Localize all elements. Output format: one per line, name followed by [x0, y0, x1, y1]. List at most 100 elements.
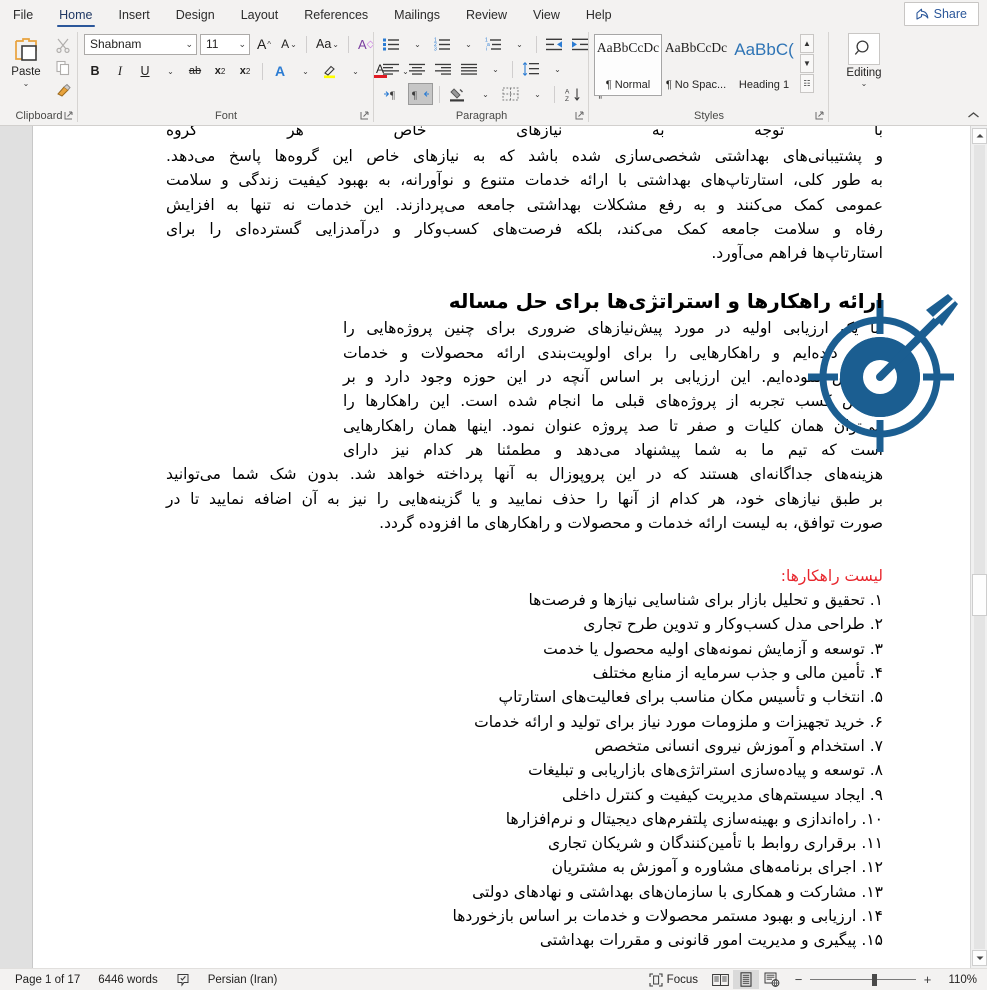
list-item: ۱۰. راه‌اندازی و بهینه‌سازی پلتفرم‌های د…: [166, 807, 883, 831]
style-heading-1[interactable]: AaBbC( Heading 1: [730, 34, 798, 96]
styles-scroll-up-button[interactable]: ▲: [800, 34, 814, 53]
zoom-in-button[interactable]: +: [922, 972, 933, 987]
editing-button[interactable]: Editing ⌄: [846, 33, 882, 88]
share-button[interactable]: Share: [903, 2, 979, 26]
tab-mailings[interactable]: Mailings: [381, 0, 453, 29]
shrink-font-button[interactable]: A ⌄: [278, 33, 300, 55]
justify-button[interactable]: [458, 58, 481, 80]
shading-button[interactable]: [446, 83, 471, 105]
font-name-combo[interactable]: Shabnam ⌄: [84, 33, 197, 55]
chevron-down-icon: ⌄: [352, 66, 359, 76]
list-item: ۱۴. ارزیابی و بهبود مستمر محصولات و خدما…: [166, 904, 883, 928]
borders-dropdown-button[interactable]: ⌄: [526, 83, 548, 105]
tab-insert[interactable]: Insert: [106, 0, 163, 29]
cut-button[interactable]: [55, 37, 71, 56]
styles-dialog-launcher[interactable]: [813, 109, 825, 121]
solutions-section: ارائه راهکارها و استراتژی‌ها برای حل مسا…: [33, 286, 987, 535]
language-label: Persian (Iran): [207, 973, 278, 986]
paragraph-dialog-launcher[interactable]: [573, 109, 585, 121]
subscript-button[interactable]: x2: [209, 60, 231, 82]
word-count[interactable]: 6446 words: [89, 974, 166, 986]
underline-dropdown-button[interactable]: ⌄: [159, 60, 181, 82]
change-case-button[interactable]: Aa ⌄: [313, 33, 342, 55]
text-highlight-button[interactable]: [319, 60, 341, 82]
web-layout-view-button[interactable]: [759, 970, 785, 989]
list-item-text: استخدام و آموزش نیروی انسانی متخصص: [594, 736, 865, 755]
page-indicator[interactable]: Page 1 of 17: [6, 974, 89, 986]
print-layout-view-button[interactable]: [733, 970, 759, 989]
tab-design[interactable]: Design: [163, 0, 228, 29]
collapse-ribbon-button[interactable]: [967, 111, 980, 123]
tab-review[interactable]: Review: [453, 0, 520, 29]
line-spacing-dropdown-button[interactable]: ⌄: [546, 58, 568, 80]
language-indicator[interactable]: Persian (Iran): [199, 974, 287, 986]
zoom-out-button[interactable]: −: [793, 972, 804, 987]
italic-button[interactable]: I: [109, 60, 131, 82]
read-mode-view-button[interactable]: [707, 970, 733, 989]
zoom-slider[interactable]: [810, 973, 916, 986]
proofing-status[interactable]: [167, 973, 199, 987]
sort-button[interactable]: AZ: [561, 83, 585, 105]
svg-text:¶: ¶: [390, 90, 395, 102]
read-mode-icon: [711, 973, 729, 986]
decrease-indent-button[interactable]: [543, 33, 566, 55]
copy-button[interactable]: [55, 60, 71, 79]
scroll-up-button[interactable]: [972, 128, 987, 144]
tab-view[interactable]: View: [520, 0, 573, 29]
align-left-button[interactable]: [380, 58, 403, 80]
ltr-text-direction-button[interactable]: ¶: [380, 83, 405, 105]
numbering-dropdown-button[interactable]: ⌄: [457, 33, 479, 55]
highlight-dropdown-button[interactable]: ⌄: [344, 60, 366, 82]
list-item-number: ۱۵.: [861, 931, 883, 950]
bold-button[interactable]: B: [84, 60, 106, 82]
style-no-spacing[interactable]: AaBbCcDc ¶ No Spac...: [662, 34, 730, 96]
vertical-scrollbar[interactable]: [970, 126, 987, 968]
tab-references[interactable]: References: [291, 0, 381, 29]
ribbon-group-paragraph: ⌄ 123 ⌄ 1ai ⌄ ⌄ ⌄ ¶ ¶ ⌄ ⌄ A Z Paragraph: [374, 29, 602, 125]
font-dialog-launcher[interactable]: [358, 109, 370, 121]
shading-dropdown-button[interactable]: ⌄: [474, 83, 496, 105]
borders-button[interactable]: [499, 83, 523, 105]
justify-dropdown-button[interactable]: ⌄: [484, 58, 506, 80]
font-size-combo[interactable]: 11 ⌄: [200, 33, 250, 55]
styles-scroll-down-button[interactable]: ▼: [800, 54, 814, 73]
svg-text:3: 3: [434, 47, 437, 51]
text-effects-dropdown-button[interactable]: ⌄: [294, 60, 316, 82]
underline-button[interactable]: U: [134, 60, 156, 82]
tab-help[interactable]: Help: [573, 0, 625, 29]
clipboard-dialog-launcher[interactable]: [62, 109, 74, 121]
zoom-level-label[interactable]: 110%: [939, 974, 977, 986]
multilevel-list-dropdown-button[interactable]: ⌄: [508, 33, 530, 55]
editing-dropdown-chevron-icon[interactable]: ⌄: [861, 79, 868, 88]
bullets-button[interactable]: [380, 33, 403, 55]
styles-more-button[interactable]: ☷: [800, 74, 814, 93]
list-item: ۸. توسعه و پیاده‌سازی استراتژی‌های بازار…: [166, 758, 883, 782]
tab-layout[interactable]: Layout: [228, 0, 292, 29]
align-center-button[interactable]: [406, 58, 429, 80]
text-effects-button[interactable]: A: [269, 60, 291, 82]
rtl-text-direction-button[interactable]: ¶: [408, 83, 433, 105]
paste-dropdown-chevron-icon[interactable]: ⌄: [23, 79, 30, 88]
align-right-button[interactable]: [432, 58, 455, 80]
tab-file[interactable]: File: [0, 0, 46, 29]
multilevel-list-button[interactable]: 1ai: [482, 33, 505, 55]
tab-home[interactable]: Home: [46, 0, 105, 29]
style-normal[interactable]: AaBbCcDc ¶ Normal: [594, 34, 662, 96]
paste-button[interactable]: Paste ⌄: [2, 33, 50, 88]
scroll-down-button[interactable]: [972, 950, 987, 966]
line-spacing-button[interactable]: [519, 58, 543, 80]
strikethrough-button[interactable]: ab: [184, 60, 206, 82]
svg-text:Z: Z: [565, 96, 569, 102]
scrollbar-track[interactable]: [974, 145, 985, 949]
numbering-button[interactable]: 123: [431, 33, 454, 55]
grow-font-button[interactable]: A ^: [253, 33, 275, 55]
zoom-slider-handle[interactable]: [872, 973, 877, 986]
font-row-2: B I U ⌄ ab x2 x2 A ⌄ ⌄ A ⌄: [84, 60, 416, 82]
list-item-number: ۸.: [869, 761, 883, 780]
scrollbar-thumb[interactable]: [972, 574, 987, 616]
bullets-dropdown-button[interactable]: ⌄: [406, 33, 428, 55]
document-page[interactable]: با توجه به نیازهای خاص هر گروه و پشتیبان…: [33, 126, 987, 968]
format-painter-button[interactable]: [55, 83, 72, 102]
superscript-button[interactable]: x2: [234, 60, 256, 82]
focus-mode-button[interactable]: Focus: [640, 972, 707, 987]
